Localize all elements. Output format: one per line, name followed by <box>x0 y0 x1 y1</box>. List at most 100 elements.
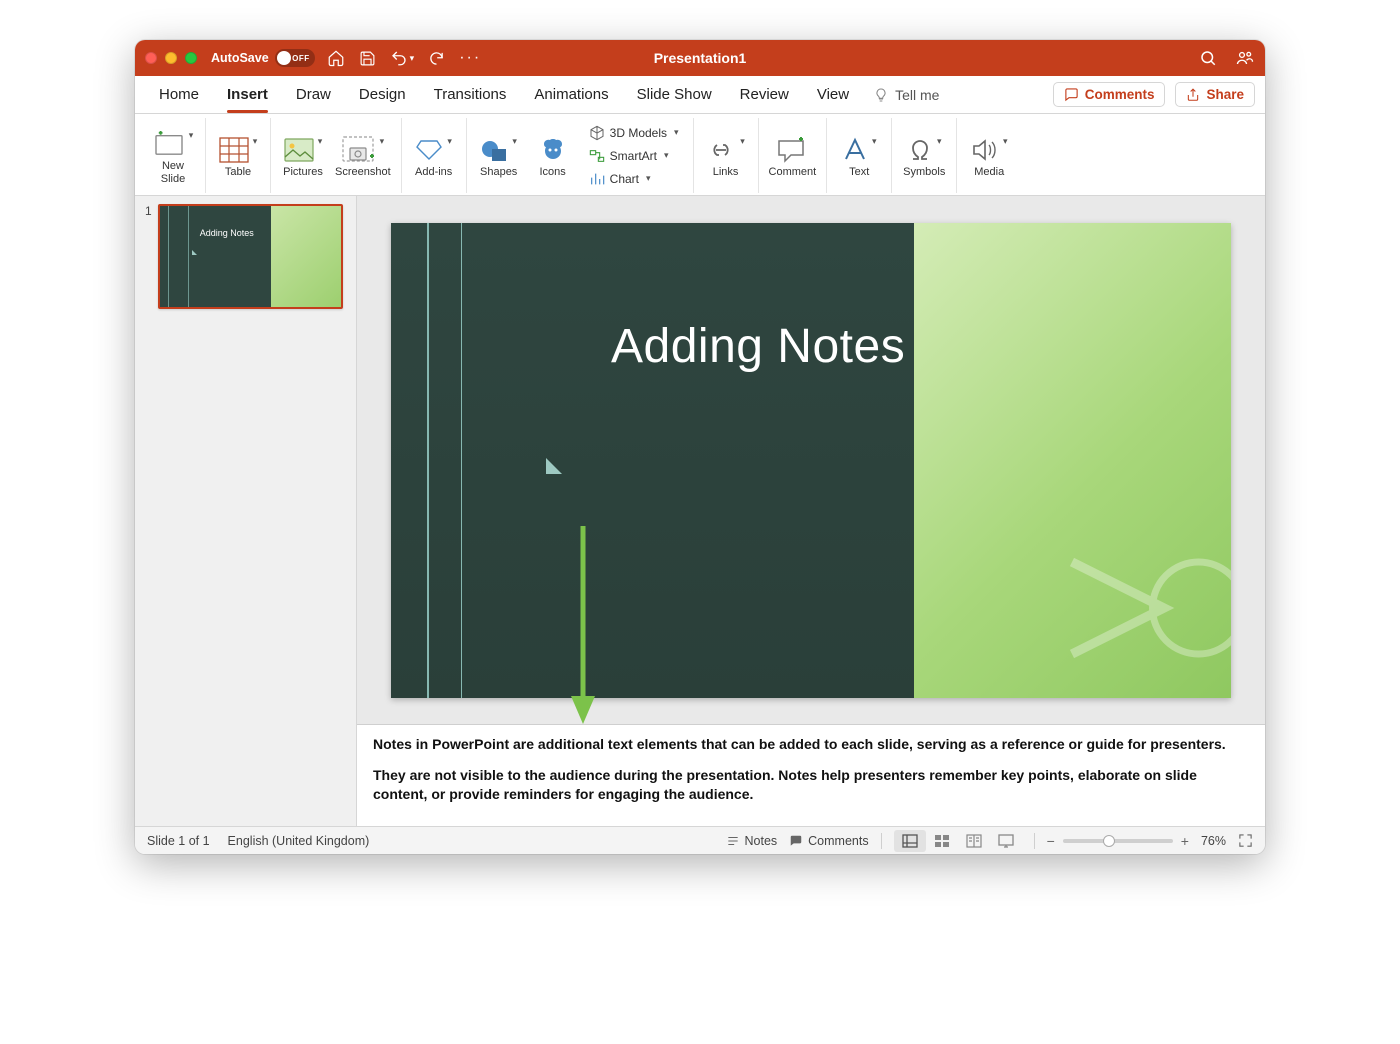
editor-canvas: Adding Notes Notes in Power <box>357 196 1265 826</box>
slide-thumbnail-panel: 1 Adding Notes <box>135 196 357 826</box>
home-icon[interactable] <box>327 49 345 67</box>
status-bar: Slide 1 of 1 English (United Kingdom) No… <box>135 826 1265 854</box>
symbols-button[interactable]: ▾ Symbols <box>902 132 946 179</box>
comment-icon <box>1064 87 1079 102</box>
tab-slide-show[interactable]: Slide Show <box>623 76 726 113</box>
view-switcher <box>894 830 1022 852</box>
text-icon <box>842 137 868 163</box>
pictures-button[interactable]: ▾ Pictures <box>281 132 325 179</box>
tab-view[interactable]: View <box>803 76 863 113</box>
chart-button[interactable]: Chart▾ <box>585 168 683 190</box>
media-button[interactable]: ▾ Media <box>967 132 1011 179</box>
ribbon-group-links: ▾ Links <box>694 118 759 193</box>
screenshot-button[interactable]: ▾ Screenshot <box>335 132 391 179</box>
omega-icon <box>907 137 933 163</box>
tell-me-search[interactable]: Tell me <box>873 87 939 103</box>
zoom-percent[interactable]: 76% <box>1201 834 1226 848</box>
notes-icon <box>726 834 740 848</box>
notes-pane[interactable]: Notes in PowerPoint are additional text … <box>357 724 1265 826</box>
autosave-label: AutoSave <box>211 51 269 65</box>
comments-toggle[interactable]: Comments <box>789 834 868 848</box>
ribbon-group-illustrations: ▾ Shapes Icons 3D Models▾ SmartArt▾ <box>467 118 694 193</box>
illustrations-stack: 3D Models▾ SmartArt▾ Chart▾ <box>585 122 683 190</box>
addins-icon <box>415 137 443 163</box>
notes-paragraph-2: They are not visible to the audience dur… <box>373 766 1249 804</box>
tab-design[interactable]: Design <box>345 76 420 113</box>
slide-area[interactable]: Adding Notes <box>357 196 1265 724</box>
tab-transitions[interactable]: Transitions <box>420 76 521 113</box>
comment-icon <box>777 137 807 163</box>
new-slide-button[interactable]: ▾ New Slide <box>151 126 195 185</box>
new-slide-icon <box>153 131 185 157</box>
speaker-icon <box>971 137 999 163</box>
slide-thumbnail-1[interactable]: Adding Notes <box>158 204 343 309</box>
chart-icon <box>589 171 605 187</box>
ribbon-group-symbols: ▾ Symbols <box>892 118 957 193</box>
autosave-state: OFF <box>292 54 310 63</box>
workspace: 1 Adding Notes <box>135 196 1265 826</box>
reading-view-button[interactable] <box>958 830 990 852</box>
links-button[interactable]: ▾ Links <box>704 132 748 179</box>
bulb-icon <box>873 87 889 103</box>
window-controls <box>145 52 197 64</box>
zoom-out-button[interactable]: − <box>1047 833 1055 849</box>
thumbnail-number: 1 <box>145 204 152 309</box>
save-icon[interactable] <box>359 50 376 67</box>
shapes-button[interactable]: ▾ Shapes <box>477 132 521 179</box>
minimize-window-button[interactable] <box>165 52 177 64</box>
icons-button[interactable]: Icons <box>531 132 575 179</box>
share-button[interactable]: Share <box>1175 82 1255 107</box>
ribbon-group-images: ▾ Pictures ▾ Screenshot <box>271 118 402 193</box>
table-button[interactable]: ▾ Table <box>216 132 260 179</box>
document-title: Presentation1 <box>654 50 747 66</box>
zoom-in-button[interactable]: + <box>1181 833 1189 849</box>
autosave-control[interactable]: AutoSave OFF <box>211 49 315 67</box>
close-window-button[interactable] <box>145 52 157 64</box>
icons-icon <box>539 137 567 163</box>
ribbon-group-media: ▾ Media <box>957 118 1021 193</box>
comments-status-icon <box>789 834 803 848</box>
ribbon-group-tables: ▾ Table <box>206 118 271 193</box>
language-indicator[interactable]: English (United Kingdom) <box>228 834 370 848</box>
zoom-slider[interactable] <box>1063 839 1173 843</box>
smartart-button[interactable]: SmartArt▾ <box>585 145 683 167</box>
normal-view-button[interactable] <box>894 830 926 852</box>
screenshot-icon <box>342 136 376 164</box>
annotation-arrow <box>568 526 598 726</box>
text-button[interactable]: ▾ Text <box>837 132 881 179</box>
notes-toggle[interactable]: Notes <box>726 834 778 848</box>
slide-1: Adding Notes <box>391 223 1231 698</box>
more-icon[interactable]: ··· <box>459 49 481 67</box>
slide-title: Adding Notes <box>611 319 905 374</box>
fit-to-window-button[interactable] <box>1238 833 1253 848</box>
undo-icon[interactable]: ▾ <box>390 49 415 67</box>
addins-button[interactable]: ▾ Add-ins <box>412 132 456 179</box>
search-icon[interactable] <box>1199 49 1217 67</box>
tab-insert[interactable]: Insert <box>213 76 282 113</box>
share-people-icon[interactable] <box>1235 49 1255 67</box>
slideshow-view-button[interactable] <box>990 830 1022 852</box>
ribbon-tabs: Home Insert Draw Design Transitions Anim… <box>135 76 1265 114</box>
autosave-toggle[interactable]: OFF <box>275 49 315 67</box>
titlebar: AutoSave OFF ▾ ··· Presentation1 <box>135 40 1265 76</box>
3d-models-button[interactable]: 3D Models▾ <box>585 122 683 144</box>
tab-review[interactable]: Review <box>726 76 803 113</box>
tab-draw[interactable]: Draw <box>282 76 345 113</box>
quick-access-toolbar: ▾ ··· <box>327 49 482 67</box>
zoom-window-button[interactable] <box>185 52 197 64</box>
slide-sorter-view-button[interactable] <box>926 830 958 852</box>
ribbon-group-comment: Comment <box>759 118 828 193</box>
cube-icon <box>589 125 605 141</box>
slide-counter: Slide 1 of 1 <box>147 834 210 848</box>
comments-button[interactable]: Comments <box>1053 82 1166 107</box>
slide-decor-pattern <box>1026 493 1231 698</box>
table-icon <box>219 137 249 163</box>
comment-button[interactable]: Comment <box>769 132 817 179</box>
tab-animations[interactable]: Animations <box>520 76 622 113</box>
redo-icon[interactable] <box>428 50 445 67</box>
links-icon <box>706 138 736 162</box>
tab-home[interactable]: Home <box>145 76 213 113</box>
slide-decor-triangle <box>546 458 562 474</box>
smartart-icon <box>589 148 605 164</box>
zoom-control: − + <box>1047 833 1189 849</box>
